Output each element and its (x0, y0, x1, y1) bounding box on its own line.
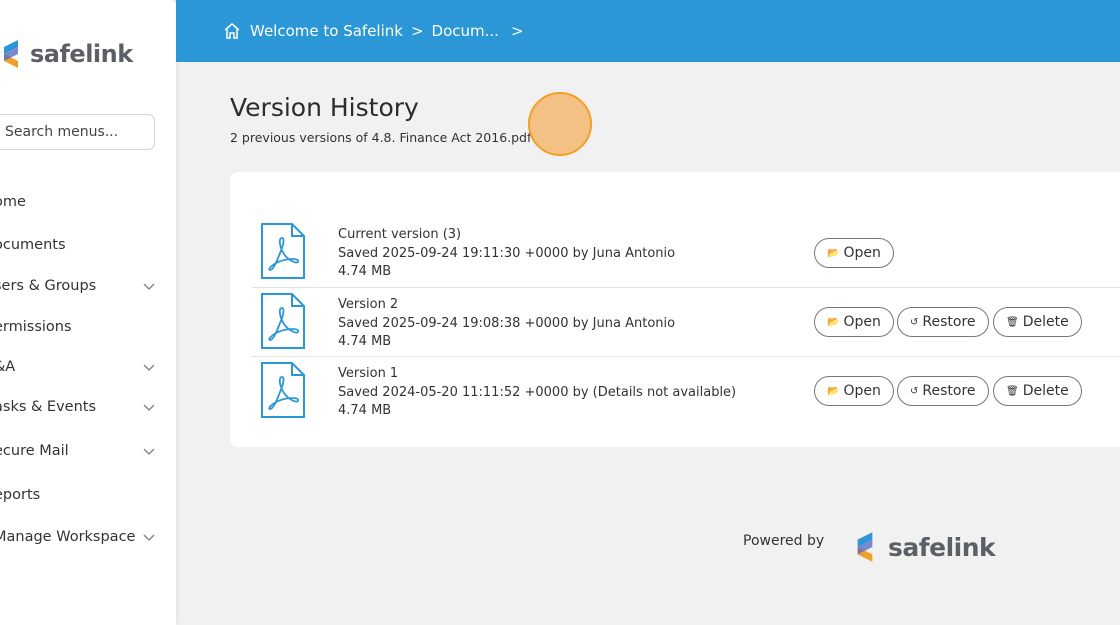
restore-icon: ↺ (910, 385, 919, 397)
home-icon[interactable] (222, 21, 242, 41)
footer-logo-text: safelink (888, 532, 996, 562)
breadcrumb-separator: > (410, 22, 424, 40)
safelink-logo-icon (857, 532, 873, 562)
nav-item-label: Manage Workspace (0, 529, 136, 545)
nav-item-manage-workspace[interactable]: Manage Workspace (0, 522, 166, 552)
page-subtitle: 2 previous versions of 4.8. Finance Act … (230, 130, 532, 145)
nav-item-label: ome (0, 194, 26, 210)
page-title: Version History (230, 93, 419, 122)
restore-icon: ↺ (910, 316, 919, 328)
delete-button[interactable]: 🗑 Delete (993, 307, 1082, 337)
pdf-file-icon[interactable] (260, 222, 306, 280)
chevron-down-icon (143, 404, 155, 412)
version-meta: Version 1 Saved 2024-05-20 11:11:52 +000… (338, 365, 736, 421)
version-row: Version 1 Saved 2024-05-20 11:11:52 +000… (252, 356, 1120, 424)
versions-card: Current version (3) Saved 2025-09-24 19:… (230, 172, 1120, 447)
pdf-file-icon[interactable] (260, 361, 306, 419)
open-button[interactable]: 📂 Open (814, 376, 894, 406)
search-menus-input[interactable] (0, 114, 155, 150)
pdf-file-icon[interactable] (260, 292, 306, 350)
nav-item-label: asks & Events (0, 399, 97, 415)
version-size: 4.74 MB (338, 334, 392, 349)
restore-button-label: Restore (922, 383, 976, 399)
version-row: Current version (3) Saved 2025-09-24 19:… (252, 218, 1120, 286)
chevron-down-icon (143, 448, 155, 456)
nav-item-home[interactable]: ome (0, 187, 166, 217)
nav-item-reports[interactable]: eports (0, 480, 166, 510)
nav-item-label: ecure Mail (0, 443, 69, 459)
open-button-label: Open (843, 383, 881, 399)
restore-button[interactable]: ↺ Restore (897, 376, 989, 406)
safelink-logo[interactable]: safelink (0, 34, 133, 74)
top-bar: Welcome to Safelink > Docum... > (176, 0, 1120, 62)
version-meta: Current version (3) Saved 2025-09-24 19:… (338, 226, 675, 282)
nav-item-users-groups[interactable]: sers & Groups (0, 271, 166, 301)
sidebar: safelink ome ocuments sers & Groups ermi… (0, 0, 176, 625)
version-saved: Saved 2025-09-24 19:11:30 +0000 by Juna … (338, 245, 676, 261)
open-button-label: Open (843, 314, 881, 330)
chevron-down-icon (143, 534, 155, 542)
version-saved: Saved 2024-05-20 11:11:52 +0000 by (Deta… (338, 384, 737, 400)
nav-item-label: ermissions (0, 319, 72, 335)
nav-item-documents[interactable]: ocuments (0, 230, 166, 260)
breadcrumb-separator: > (510, 22, 524, 40)
trash-icon: 🗑 (1006, 316, 1019, 328)
open-button[interactable]: 📂 Open (814, 238, 894, 268)
version-size: 4.74 MB (338, 264, 392, 279)
open-button-label: Open (843, 245, 881, 261)
folder-open-icon: 📂 (827, 247, 840, 259)
version-row: Version 2 Saved 2025-09-24 19:08:38 +000… (252, 287, 1120, 355)
version-label: Version 2 (338, 297, 399, 312)
breadcrumb-documents[interactable]: Docum... (432, 22, 499, 40)
powered-by-label: Powered by (743, 533, 825, 549)
chevron-down-icon (143, 364, 155, 372)
cursor-highlight (528, 92, 592, 156)
nav-item-permissions[interactable]: ermissions (0, 312, 166, 342)
nav-item-label: ocuments (0, 237, 66, 253)
nav-item-label: &A (0, 359, 16, 375)
version-saved: Saved 2025-09-24 19:08:38 +0000 by Juna … (338, 315, 676, 331)
breadcrumb-welcome[interactable]: Welcome to Safelink (250, 22, 403, 40)
version-label: Current version (3) (338, 227, 462, 242)
open-button[interactable]: 📂 Open (814, 307, 894, 337)
delete-button-label: Delete (1022, 314, 1069, 330)
nav-item-qa[interactable]: &A (0, 352, 166, 382)
chevron-down-icon (143, 283, 155, 291)
nav-item-label: eports (0, 487, 41, 503)
logo-text: safelink (30, 40, 133, 68)
version-meta: Version 2 Saved 2025-09-24 19:08:38 +000… (338, 296, 675, 352)
nav-item-tasks-events[interactable]: asks & Events (0, 392, 166, 422)
version-label: Version 1 (338, 366, 399, 381)
restore-button-label: Restore (922, 314, 976, 330)
folder-open-icon: 📂 (827, 316, 840, 328)
version-size: 4.74 MB (338, 403, 392, 418)
delete-button[interactable]: 🗑 Delete (993, 376, 1082, 406)
restore-button[interactable]: ↺ Restore (897, 307, 989, 337)
nav-item-secure-mail[interactable]: ecure Mail (0, 436, 166, 466)
safelink-logo-icon (4, 40, 18, 68)
nav-item-label: sers & Groups (0, 278, 97, 294)
folder-open-icon: 📂 (827, 385, 840, 397)
delete-button-label: Delete (1022, 383, 1069, 399)
trash-icon: 🗑 (1006, 385, 1019, 397)
footer-logo: safelink (846, 526, 996, 568)
